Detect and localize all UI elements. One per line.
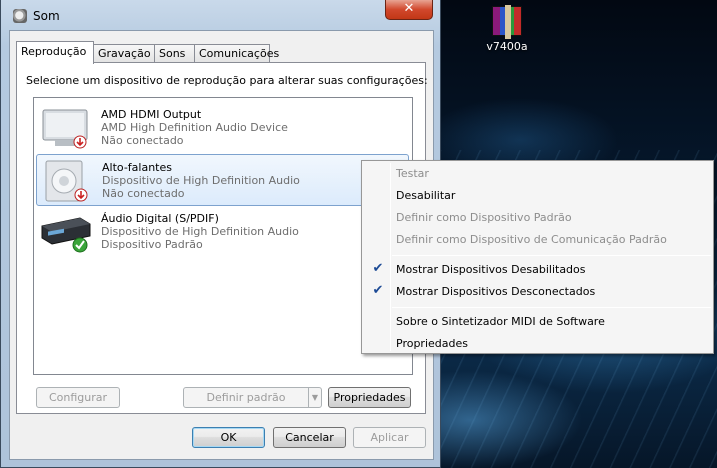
menu-item-definir-comunicacao-padrao[interactable]: Definir como Dispositivo de Comunicação …	[364, 229, 711, 251]
menu-separator	[392, 255, 711, 256]
menu-item-label: Definir como Dispositivo de Comunicação …	[396, 233, 667, 246]
winrar-archive-icon	[492, 5, 522, 39]
definir-padrao-button[interactable]: Definir padrão	[183, 387, 309, 408]
tab-reproducao[interactable]: Reprodução	[16, 41, 94, 64]
menu-item-testar[interactable]: Testar	[364, 163, 711, 185]
device-name: Alto-falantes	[102, 161, 172, 174]
tab-gravacao[interactable]: Gravação	[93, 44, 155, 63]
menu-item-label: Mostrar Dispositivos Desconectados	[396, 285, 596, 298]
speaker-icon	[45, 160, 88, 202]
menu-item-definir-padrao[interactable]: Definir como Dispositivo Padrão	[364, 207, 711, 229]
device-list[interactable]: AMD HDMI Output AMD High Definition Audi…	[33, 97, 413, 375]
tab-sons[interactable]: Sons	[154, 44, 195, 63]
device-item-audio-digital[interactable]: Áudio Digital (S/PDIF) Dispositivo de Hi…	[36, 206, 409, 258]
sound-app-icon	[13, 9, 27, 23]
menu-item-label: Propriedades	[396, 337, 468, 350]
ok-button[interactable]: OK	[192, 427, 265, 448]
menu-item-propriedades[interactable]: Propriedades	[364, 333, 711, 355]
menu-item-label: Definir como Dispositivo Padrão	[396, 211, 572, 224]
definir-padrao-dropdown-arrow[interactable]: ▼	[308, 387, 322, 408]
device-item-amd-hdmi[interactable]: AMD HDMI Output AMD High Definition Audi…	[36, 102, 409, 154]
tab-comunicacoes[interactable]: Comunicações	[194, 44, 279, 63]
device-description: AMD High Definition Audio Device	[101, 121, 288, 134]
menu-item-mostrar-desabilitados[interactable]: ✔ Mostrar Dispositivos Desabilitados	[364, 259, 711, 281]
device-name: AMD HDMI Output	[101, 108, 202, 121]
device-name: Áudio Digital (S/PDIF)	[101, 212, 219, 225]
menu-item-sintetizador-midi[interactable]: Sobre o Sintetizador MIDI de Software	[364, 311, 711, 333]
checkmark-icon: ✔	[372, 283, 384, 298]
close-button[interactable]: ✕	[385, 0, 433, 20]
checkmark-icon: ✔	[372, 261, 384, 276]
window-title: Som	[33, 9, 60, 23]
title-bar[interactable]: Som ✕	[1, 0, 440, 30]
device-status: Dispositivo Padrão	[101, 238, 203, 251]
cancel-button[interactable]: Cancelar	[273, 427, 346, 448]
menu-item-label: Testar	[396, 167, 429, 180]
desktop-file-label: v7400a	[486, 40, 528, 53]
menu-item-label: Desabilitar	[396, 189, 456, 202]
propriedades-button[interactable]: Propriedades	[328, 387, 411, 408]
menu-separator	[392, 307, 711, 308]
monitor-icon	[42, 109, 88, 149]
apply-button[interactable]: Aplicar	[353, 427, 426, 448]
device-status: Não conectado	[101, 134, 184, 147]
device-description: Dispositivo de High Definition Audio	[101, 225, 299, 238]
menu-item-mostrar-desconectados[interactable]: ✔ Mostrar Dispositivos Desconectados	[364, 281, 711, 303]
digital-audio-icon	[41, 217, 91, 253]
device-description: Dispositivo de High Definition Audio	[102, 174, 300, 187]
menu-item-desabilitar[interactable]: Desabilitar	[364, 185, 711, 207]
instruction-text: Selecione um dispositivo de reprodução p…	[26, 74, 428, 87]
device-context-menu: Testar Desabilitar Definir como Disposit…	[361, 160, 714, 354]
menu-item-label: Sobre o Sintetizador MIDI de Software	[396, 315, 605, 328]
menu-item-label: Mostrar Dispositivos Desabilitados	[396, 263, 586, 276]
device-status: Não conectado	[102, 187, 185, 200]
close-icon: ✕	[403, 1, 415, 16]
configurar-button[interactable]: Configurar	[36, 387, 120, 408]
desktop-file-icon[interactable]: v7400a	[478, 5, 536, 53]
device-item-alto-falantes[interactable]: Alto-falantes Dispositivo de High Defini…	[36, 154, 409, 206]
